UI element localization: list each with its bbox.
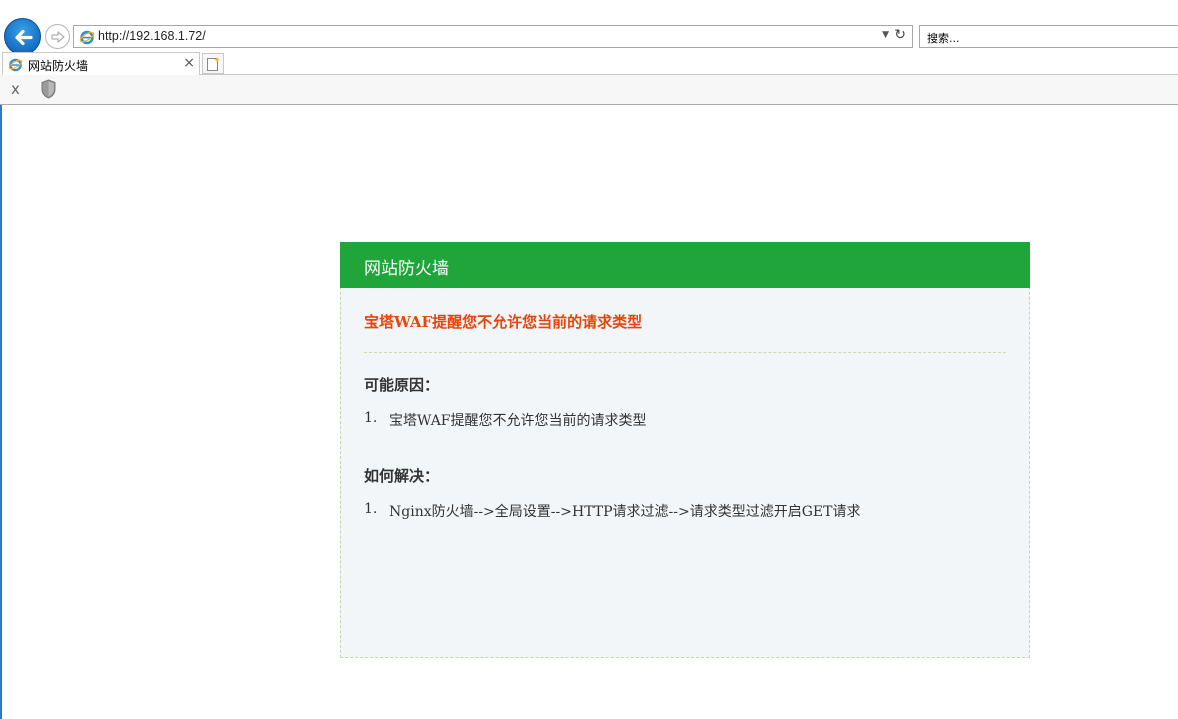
address-url: http://192.168.1.72/	[98, 29, 206, 43]
waf-body: 宝塔WAF提醒您不允许您当前的请求类型 可能原因： 1. 宝塔WAF提醒您不允许…	[364, 289, 1006, 521]
back-arrow-icon	[15, 29, 33, 46]
tab-title: 网站防火墙	[28, 59, 89, 73]
solution-item: 1. Nginx防火墙-->全局设置-->HTTP请求过滤-->请求类型过滤开启…	[364, 501, 1006, 521]
reasons-heading: 可能原因：	[364, 376, 440, 394]
search-box[interactable]: 搜索...	[919, 25, 1178, 48]
refresh-icon[interactable]: ↻	[894, 27, 906, 43]
new-tab-icon	[207, 57, 220, 71]
back-button[interactable]	[4, 18, 41, 55]
browser-chrome: http://192.168.1.72/ ▼ ↻ 搜索... 网站防火墙 × x	[0, 0, 1178, 105]
reason-number: 1.	[364, 410, 378, 426]
window-left-edge	[0, 105, 2, 719]
search-placeholder: 搜索...	[927, 32, 960, 45]
waf-divider	[364, 352, 1006, 353]
tab-ie-icon	[8, 58, 23, 72]
new-tab-button[interactable]	[202, 53, 224, 74]
solution-text: Nginx防火墙-->全局设置-->HTTP请求过滤-->请求类型过滤开启GET…	[389, 504, 861, 520]
waf-panel: 网站防火墙 宝塔WAF提醒您不允许您当前的请求类型 可能原因： 1. 宝塔WAF…	[340, 242, 1030, 658]
solution-number: 1.	[364, 501, 378, 517]
reason-text: 宝塔WAF提醒您不允许您当前的请求类型	[389, 413, 647, 429]
waf-alert-message: 宝塔WAF提醒您不允许您当前的请求类型	[364, 313, 643, 331]
ie-logo-icon	[79, 30, 95, 45]
close-bar-icon[interactable]: x	[11, 80, 20, 98]
address-dropdown-icon[interactable]: ▼	[882, 30, 889, 40]
address-bar[interactable]: http://192.168.1.72/ ▼ ↻	[73, 25, 913, 48]
reason-item: 1. 宝塔WAF提醒您不允许您当前的请求类型	[364, 410, 1006, 430]
shield-icon[interactable]	[40, 79, 57, 99]
forward-button[interactable]	[45, 24, 70, 49]
tab-close-icon[interactable]: ×	[183, 55, 195, 71]
solutions-heading: 如何解决：	[364, 467, 440, 485]
tab-active[interactable]: 网站防火墙 ×	[2, 52, 200, 75]
waf-header: 网站防火墙	[340, 242, 1030, 288]
waf-header-title: 网站防火墙	[364, 259, 449, 279]
forward-arrow-icon	[51, 31, 65, 43]
command-bar: x	[0, 75, 1178, 104]
